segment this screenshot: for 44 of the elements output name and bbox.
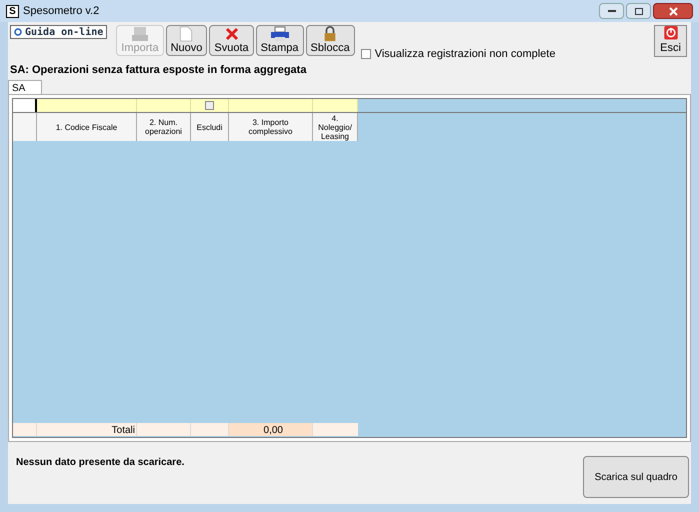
printer-icon	[270, 26, 290, 42]
help-link-button[interactable]: Guida on-line	[10, 25, 108, 39]
column-header[interactable]: 4. Noleggio/ Leasing	[313, 113, 358, 141]
app-icon: S	[6, 4, 19, 18]
total-amount: 0,00	[229, 423, 313, 436]
table-cell	[13, 423, 37, 436]
document-icon	[179, 26, 194, 42]
delete-icon	[224, 26, 240, 42]
row-header	[13, 113, 37, 141]
checkbox-label: Visualizza registrazioni non complete	[374, 47, 556, 62]
column-header[interactable]: 2. Num. operazioni	[137, 113, 191, 141]
totals-label: Totali	[37, 423, 137, 436]
exit-button[interactable]: Esci	[654, 25, 687, 57]
filter-cell[interactable]	[229, 99, 313, 112]
maximize-button[interactable]	[626, 3, 651, 19]
toolbar-button[interactable]: Svuota	[209, 25, 254, 56]
checkbox[interactable]	[360, 49, 371, 60]
tray-icon	[130, 26, 149, 42]
power-icon	[664, 26, 678, 40]
globe-icon	[14, 28, 22, 36]
table-cell	[137, 423, 191, 436]
table-cell	[191, 423, 229, 436]
tab[interactable]: SA	[8, 80, 42, 94]
window-title: Spesometro v.2	[23, 4, 100, 19]
section-heading: SA: Operazioni senza fattura esposte in forma aggregata	[9, 63, 308, 77]
close-button[interactable]	[653, 3, 693, 19]
corner-cell	[13, 99, 37, 112]
status-message: Nessun dato presente da scaricare.	[16, 456, 184, 470]
table-cell	[313, 423, 358, 436]
filter-cell[interactable]	[313, 99, 358, 112]
minimize-button[interactable]	[599, 3, 624, 19]
column-header[interactable]: Escludi	[191, 113, 229, 141]
filter-cell[interactable]	[37, 99, 137, 112]
toolbar-button[interactable]: Nuovo	[166, 25, 208, 56]
padlock-icon	[322, 26, 338, 42]
toolbar-button[interactable]: Sblocca	[306, 25, 355, 56]
checkbox[interactable]	[205, 101, 214, 110]
download-button[interactable]: Scarica sul quadro	[583, 456, 689, 498]
toolbar-button[interactable]: Stampa	[256, 25, 304, 56]
column-header[interactable]: 1. Codice Fiscale	[37, 113, 137, 141]
column-header[interactable]: 3. Importo complessivo	[229, 113, 313, 141]
filter-cell[interactable]	[191, 99, 229, 112]
close-icon	[668, 6, 678, 16]
filter-cell[interactable]	[137, 99, 191, 112]
